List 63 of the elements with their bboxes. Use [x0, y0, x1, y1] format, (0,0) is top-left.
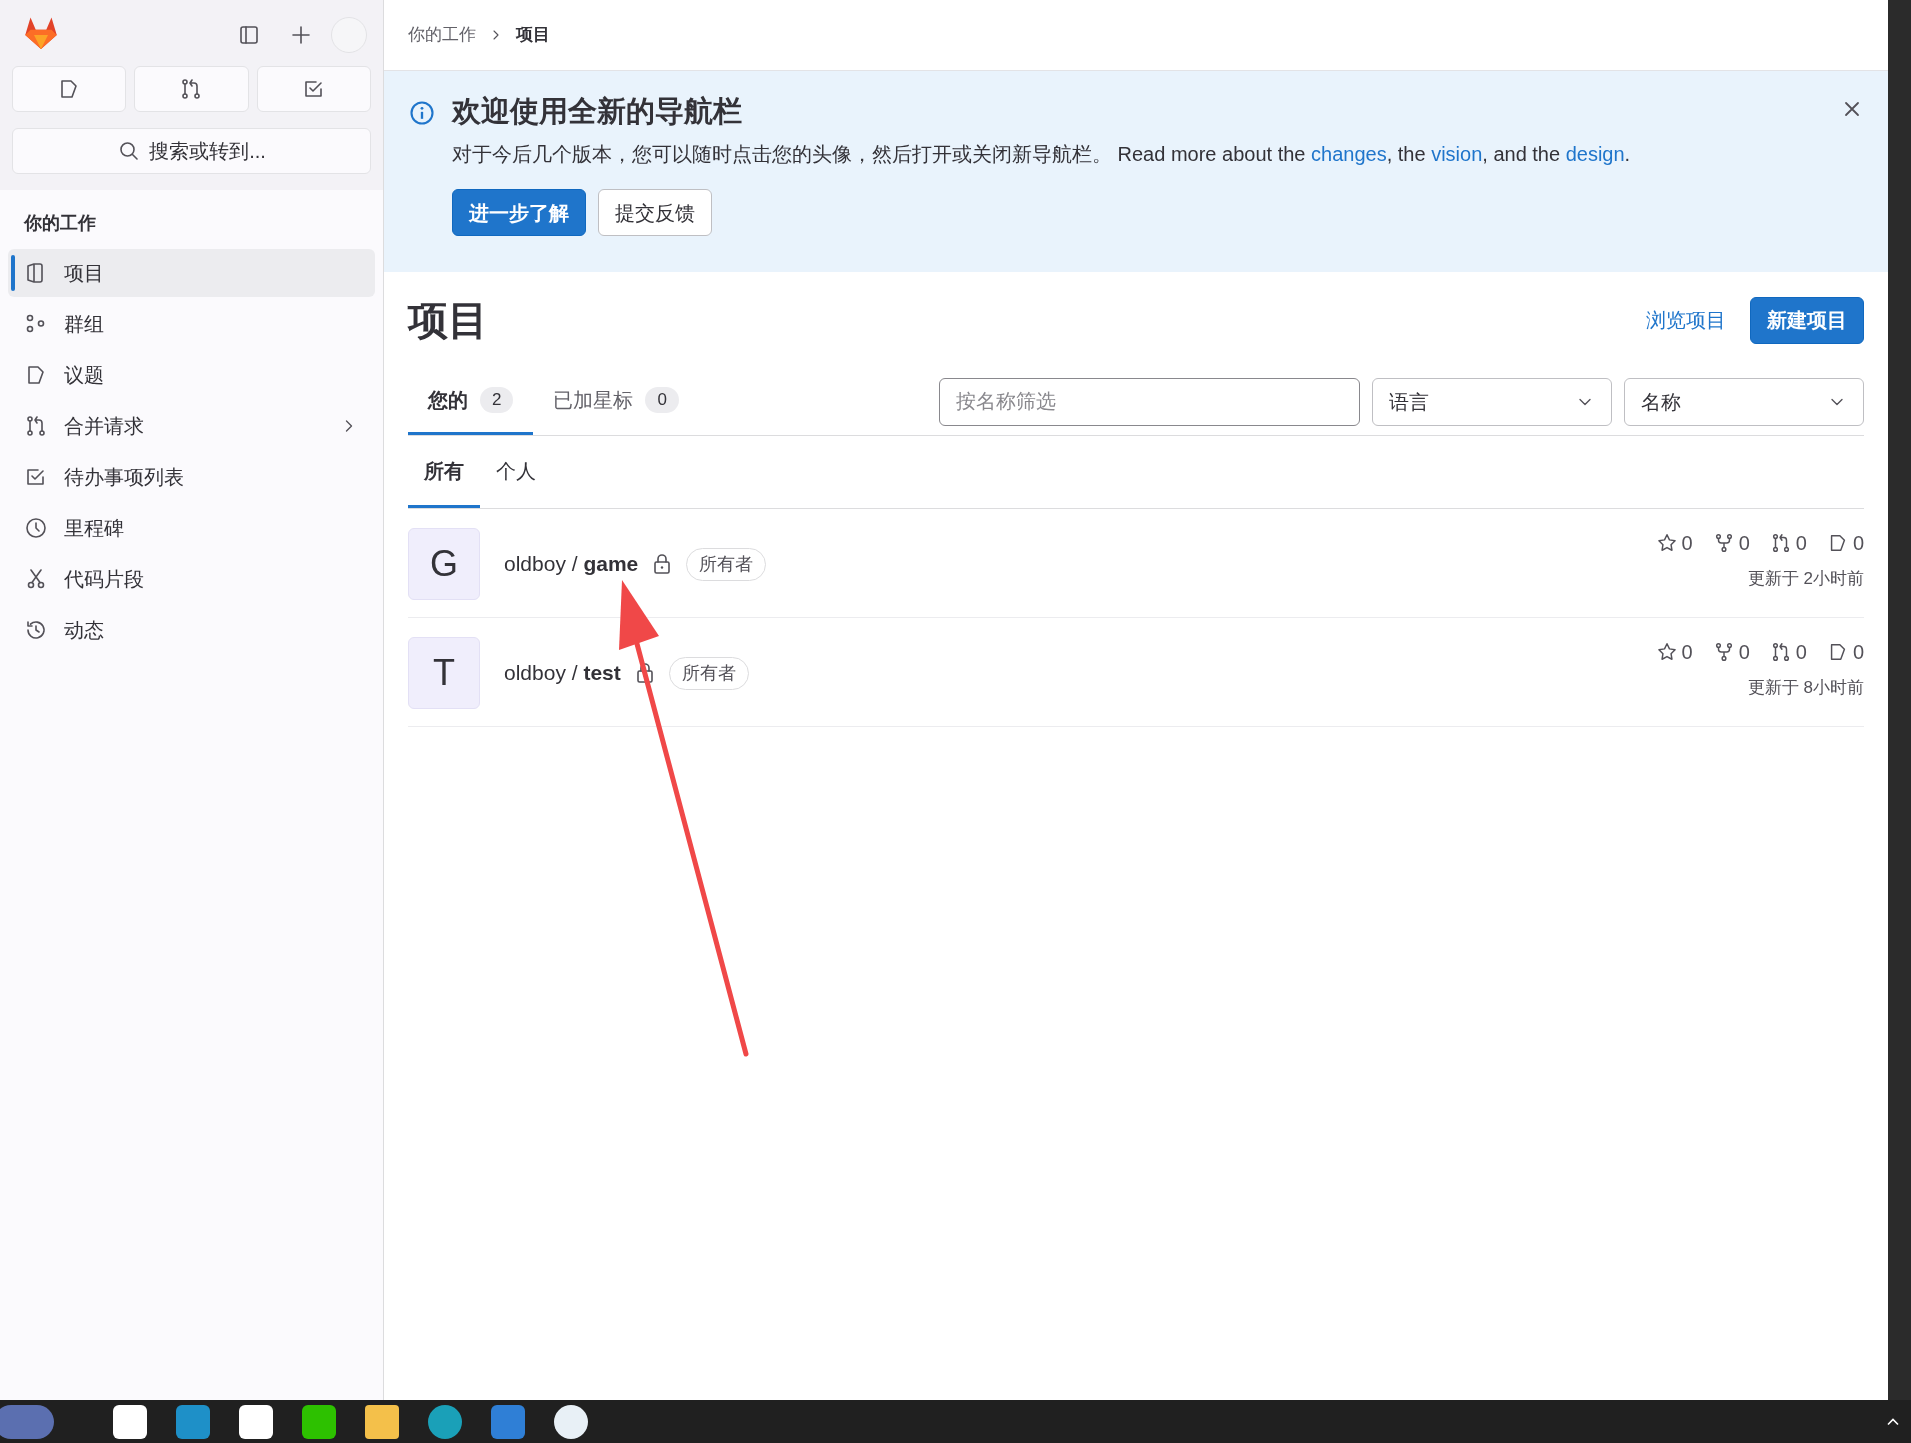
- tab[interactable]: 已加星标 0: [533, 368, 699, 435]
- updated-time: 更新于 8小时前: [1747, 677, 1864, 699]
- history-icon: [24, 618, 48, 642]
- tab[interactable]: 所有: [408, 436, 480, 508]
- star-count: 0: [1681, 640, 1693, 665]
- sidebar-item[interactable]: 项目: [8, 249, 375, 297]
- updated-time: 更新于 2小时前: [1747, 568, 1864, 590]
- count-badge: 0: [645, 387, 679, 413]
- app-icon[interactable]: [113, 1404, 147, 1439]
- page-title: 项目: [408, 297, 489, 344]
- sidebar-item[interactable]: 里程碑: [8, 504, 375, 552]
- shortcut-button[interactable]: [134, 66, 249, 112]
- start-icon[interactable]: [0, 1404, 54, 1439]
- dropdown[interactable]: 名称: [1624, 377, 1864, 426]
- sidebar-item[interactable]: 动态: [8, 606, 375, 654]
- app-icon[interactable]: [239, 1404, 273, 1439]
- star-icon: [1655, 641, 1678, 663]
- browse-projects-link[interactable]: 浏览项目: [1646, 305, 1726, 335]
- breadcrumb-link[interactable]: 你的工作: [408, 22, 476, 48]
- banner-text: 对于今后几个版本，您可以随时点击您的头像，然后打开或关闭新导航栏。 Read more about the changes, the vision, and the design.: [452, 142, 1631, 167]
- issue-count: 0: [1852, 531, 1864, 556]
- sidebar-item[interactable]: 待办事项列表: [8, 453, 375, 501]
- sidebar-item[interactable]: 代码片段: [8, 555, 375, 603]
- section-title: 你的工作: [22, 212, 97, 235]
- app-icon[interactable]: [554, 1404, 588, 1439]
- feedback-button[interactable]: 提交反馈: [598, 189, 712, 236]
- fork-count: 0: [1738, 531, 1750, 556]
- text-link[interactable]: vision: [1431, 143, 1483, 165]
- text-link[interactable]: design: [1565, 143, 1625, 165]
- merge-request-count: 0: [1795, 640, 1807, 665]
- info-icon: [408, 99, 436, 127]
- star-count: 0: [1681, 531, 1693, 556]
- folder-icon[interactable]: [365, 1404, 399, 1439]
- text-link[interactable]: changes: [1311, 143, 1387, 165]
- plus-icon: [289, 23, 313, 47]
- merge-request-icon: [24, 414, 48, 438]
- filter-field[interactable]: 按名称筛选: [939, 377, 1360, 426]
- dropdown[interactable]: 语言: [1372, 377, 1612, 426]
- issue-count: 0: [1852, 640, 1864, 665]
- search-field[interactable]: 搜索或转到...: [12, 128, 371, 174]
- project-avatar: T: [408, 637, 480, 709]
- sidebar-item[interactable]: 群组: [8, 300, 375, 348]
- fork-count: 0: [1738, 640, 1750, 665]
- clock-icon: [24, 516, 48, 540]
- scrollbar[interactable]: [1888, 0, 1911, 1400]
- sidebar-item[interactable]: 议题: [8, 351, 375, 399]
- panel-icon: [237, 23, 261, 47]
- project-name-link[interactable]: oldboy / test: [504, 657, 621, 689]
- shortcut-button[interactable]: [256, 66, 371, 112]
- star-icon: [1655, 532, 1678, 554]
- count-badge: 2: [480, 387, 514, 413]
- sidebar-item[interactable]: 合并请求: [8, 402, 375, 450]
- new-project-button[interactable]: 新建项目: [1750, 296, 1864, 344]
- project-avatar: G: [408, 528, 480, 600]
- tab[interactable]: 您的 2: [408, 368, 534, 435]
- merge-request-count: 0: [1795, 531, 1807, 556]
- breadcrumb-link[interactable]: 项目: [516, 22, 550, 48]
- browser-icon[interactable]: [428, 1404, 462, 1439]
- project-name-link[interactable]: oldboy / game: [504, 548, 639, 580]
- banner-title: 欢迎使用全新的导航栏: [452, 94, 743, 129]
- chat-icon[interactable]: [302, 1404, 336, 1439]
- tab[interactable]: 个人: [480, 436, 552, 508]
- learn-more-button[interactable]: 进一步了解: [452, 189, 586, 236]
